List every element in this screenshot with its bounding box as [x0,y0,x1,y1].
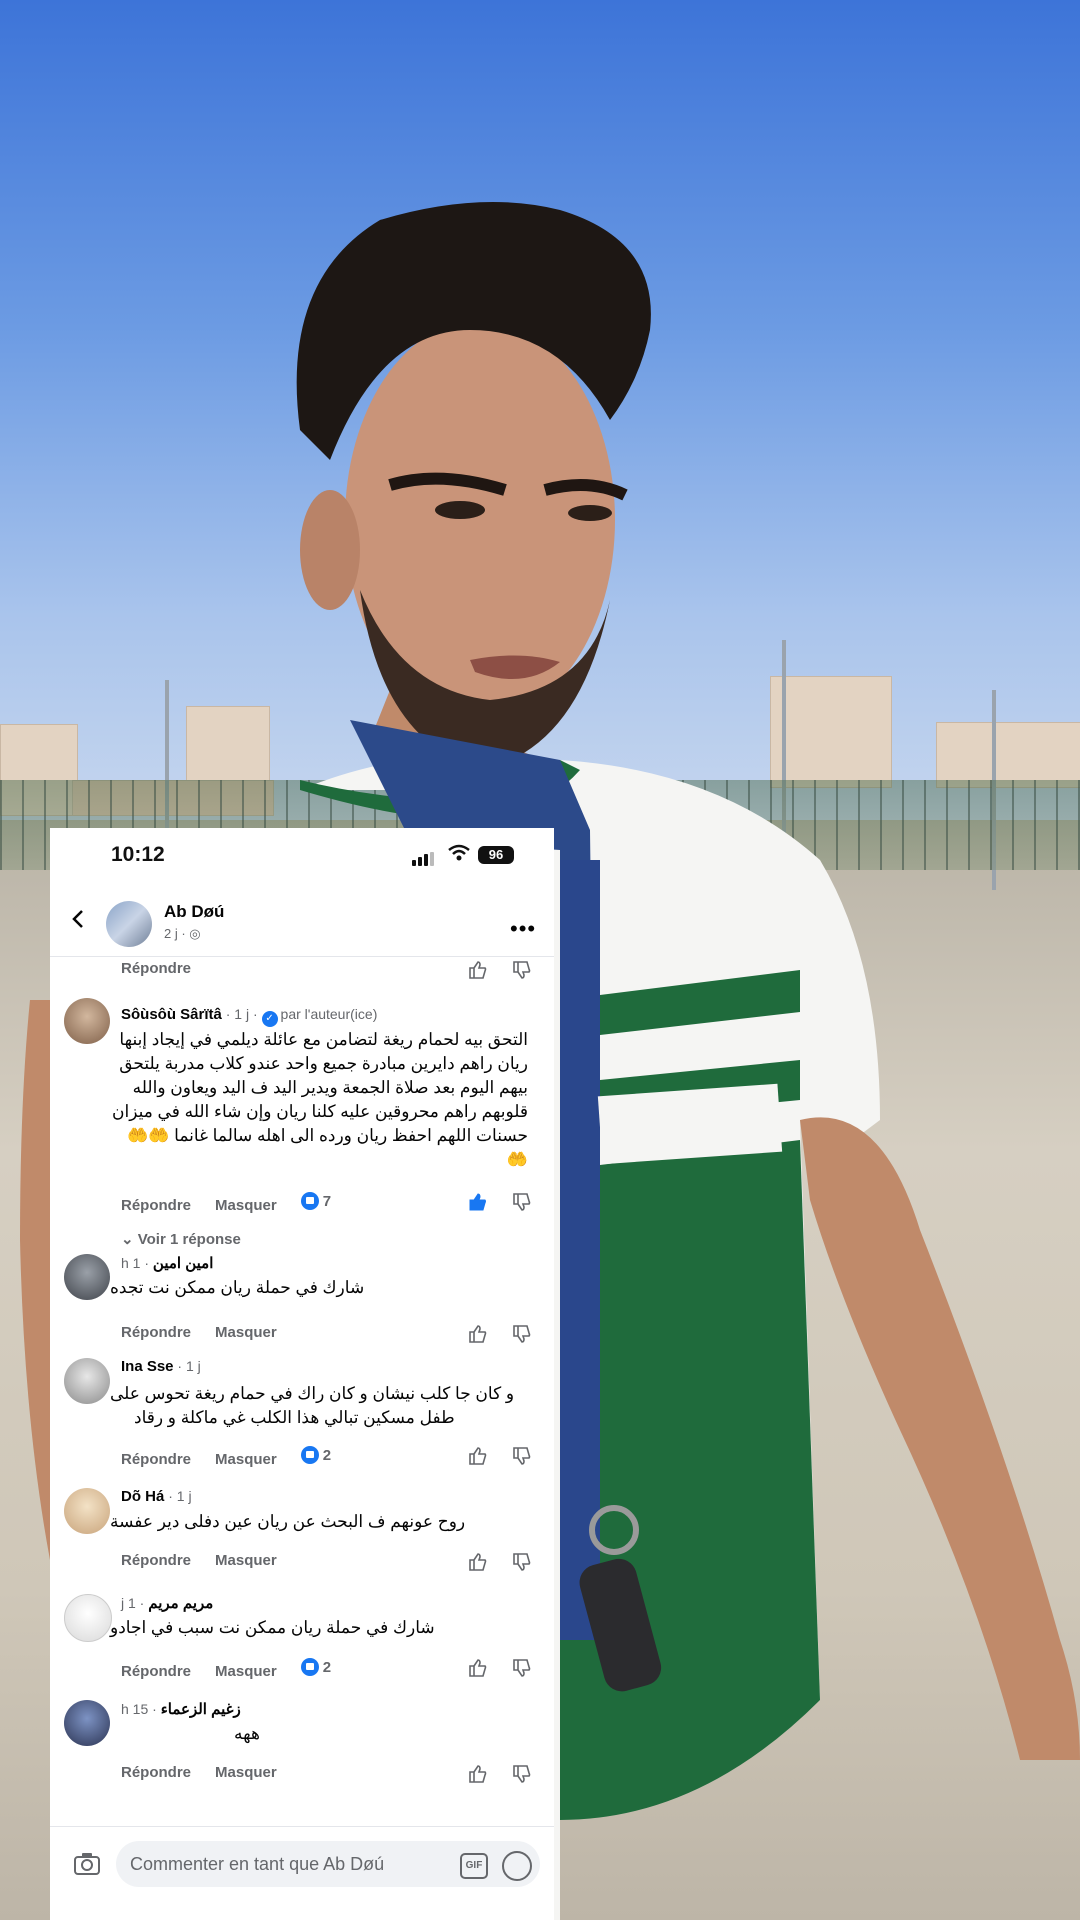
dislike-icon[interactable] [512,1658,532,1678]
hide-button[interactable]: Masquer [215,1663,277,1680]
like-icon[interactable] [468,1764,488,1784]
comment-input[interactable]: Commenter en tant que Ab Døú GIF [116,1841,540,1887]
battery-indicator: 96 [478,846,514,864]
comment-actions-partial: Répondre [50,960,554,984]
hide-button[interactable]: Masquer [215,1764,277,1781]
comment-author[interactable]: j 1 · مريم مريم [121,1594,213,1612]
comment-text: و كان جا كلب نيشان و كان راك في حمام ريغ… [110,1384,515,1427]
like-icon[interactable] [468,1446,488,1466]
reaction-buttons [468,1764,538,1786]
comment: j 1 · مريم مريم شارك في حملة ريان ممكن ن… [50,1594,554,1698]
post-subtitle: 2 j · ◎ [164,926,201,942]
like-icon[interactable] [468,960,488,980]
comment-actions: Répondre Masquer 2 [121,1658,355,1680]
reply-button[interactable]: Répondre [121,1451,191,1468]
emoji-icon[interactable] [502,1851,532,1881]
comment-actions: Répondre Masquer 2 [121,1446,355,1468]
comment-input-placeholder: Commenter en tant que Ab Døú [130,1854,385,1874]
hide-button[interactable]: Masquer [215,1552,277,1569]
avatar[interactable] [64,1254,110,1300]
hide-button[interactable]: Masquer [215,1451,277,1468]
comment-text: شارك في حملة ريان ممكن نت سبب في اجادو [110,1618,435,1637]
avatar[interactable] [64,1358,110,1404]
chevron-down-icon: ⌄ [121,1231,138,1248]
reply-button[interactable]: Répondre [121,1663,191,1680]
dislike-icon[interactable] [512,1446,532,1466]
dislike-icon[interactable] [512,1192,532,1212]
like-count: 2 [300,1658,331,1676]
comment: Dõ Há · 1 j روح عونهم ف البحث عن ريان عي… [50,1488,554,1592]
page-title[interactable]: Ab Døú [164,902,224,922]
comment-text: التحق بيه لحمام ريغة لتضامن مع عائلة ديل… [112,1030,528,1169]
avatar[interactable] [64,998,110,1044]
status-time: 10:12 [111,843,165,866]
like-badge-icon [300,1658,319,1676]
comment-text: شارك في حملة ريان ممكن نت تجده [110,1278,365,1297]
reply-button[interactable]: Répondre [121,1324,191,1341]
dislike-icon[interactable] [512,1324,532,1344]
comment: Ina Sse · 1 j و كان جا كلب نيشان و كان ر… [50,1358,554,1498]
back-arrow-icon[interactable] [68,908,90,930]
avatar[interactable] [64,1594,112,1642]
like-icon[interactable] [468,1192,488,1212]
gif-icon[interactable]: GIF [460,1853,488,1879]
comment: h 15 · زغيم الزعماء ههه Répondre Masquer [50,1700,554,1804]
avatar[interactable] [64,1700,110,1746]
avatar[interactable] [106,901,152,947]
reply-button[interactable]: Répondre [121,1197,191,1214]
wifi-icon [448,844,470,861]
reaction-buttons [468,1324,538,1346]
comment-actions: Répondre Masquer 7 [121,1192,355,1214]
reaction-buttons [468,1446,538,1468]
comment-author[interactable]: h 15 · زغيم الزعماء [121,1700,241,1718]
comment-author[interactable]: Dõ Há · 1 j [121,1488,192,1505]
reply-button[interactable]: Répondre [121,960,191,977]
comment-actions: Répondre [121,960,215,977]
like-badge-icon [300,1192,319,1210]
reaction-buttons [468,1658,538,1680]
hide-button[interactable]: Masquer [215,1197,277,1214]
more-icon[interactable]: ••• [510,916,536,942]
reaction-buttons [468,1552,538,1574]
comment-composer: Commenter en tant que Ab Døú GIF [50,1826,554,1920]
like-count: 2 [300,1446,331,1464]
author-badge-icon: ✓ [261,1011,278,1027]
like-count: 7 [300,1192,331,1210]
comment-text: روح عونهم ف البحث عن ريان عين دفلى دير ع… [110,1512,466,1531]
reply-button[interactable]: Répondre [121,1764,191,1781]
post-time: 2 j · [164,926,186,941]
post-header: Ab Døú 2 j · ◎ ••• [50,884,554,957]
dislike-icon[interactable] [512,960,532,980]
comment-text: ههه [234,1724,260,1743]
like-badge-icon [300,1446,319,1464]
status-bar: 10:12 96 [50,828,554,882]
like-icon[interactable] [468,1552,488,1572]
comment-actions: Répondre Masquer [121,1552,301,1569]
comment-actions: Répondre Masquer [121,1324,301,1341]
dislike-icon[interactable] [512,1552,532,1572]
comment-actions: Répondre Masquer [121,1764,301,1781]
avatar[interactable] [64,1488,110,1534]
signal-icon [412,848,436,866]
like-icon[interactable] [468,1658,488,1678]
like-icon[interactable] [468,1324,488,1344]
reaction-buttons [468,1192,538,1214]
comment-author[interactable]: Ina Sse · 1 j [121,1358,201,1375]
comment: h 1 · امين امين شارك في حملة ريان ممكن ن… [50,1254,554,1364]
dislike-icon[interactable] [512,1764,532,1784]
comment-author[interactable]: h 1 · امين امين [121,1254,213,1272]
globe-icon: ◎ [189,926,201,941]
hide-button[interactable]: Masquer [215,1324,277,1341]
comments-panel: 10:12 96 Ab Døú 2 j · ◎ ••• Répondre Sôù… [50,828,554,1920]
comments-list: Répondre Sôùsôù Sârïtâ · 1 j · ✓ par l'au… [50,958,554,1826]
reaction-buttons [468,960,538,982]
reply-button[interactable]: Répondre [121,1552,191,1569]
camera-icon[interactable] [72,1849,102,1879]
comment: Sôùsôù Sârïtâ · 1 j · ✓ par l'auteur(ice)… [50,998,554,1268]
view-replies-link[interactable]: ⌄ Voir 1 réponse [121,1230,241,1248]
comment-author[interactable]: Sôùsôù Sârïtâ · 1 j · ✓ par l'auteur(ice) [121,1006,377,1027]
